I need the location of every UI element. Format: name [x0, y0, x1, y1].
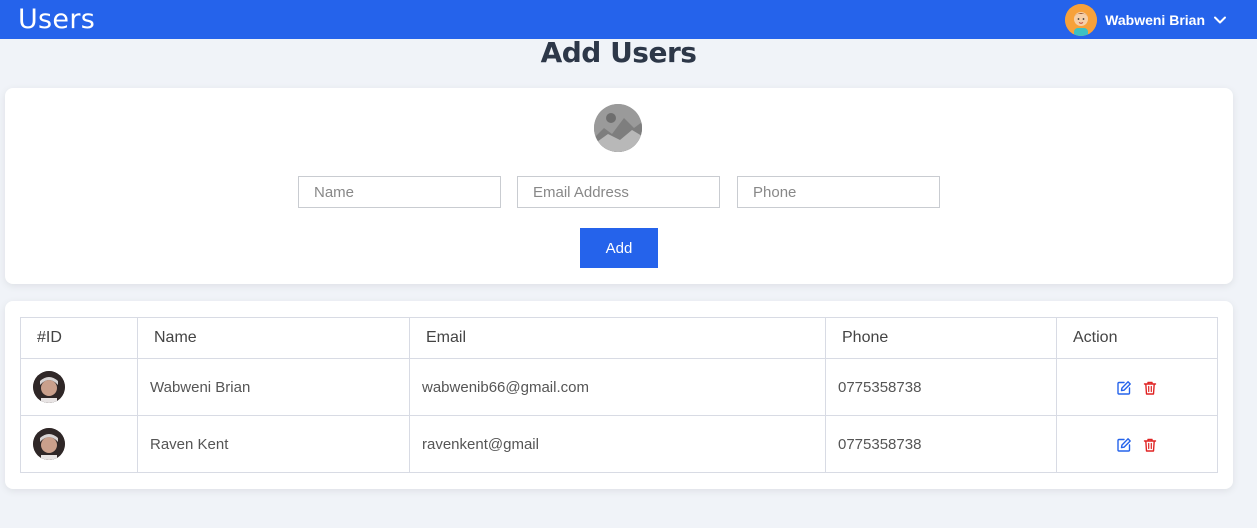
photo-upload[interactable]: [594, 104, 642, 152]
user-menu[interactable]: Wabweni Brian: [1065, 3, 1227, 36]
row-name: Raven Kent: [137, 415, 410, 473]
chevron-down-icon: [1214, 16, 1226, 23]
delete-icon[interactable]: [1142, 380, 1158, 396]
row-phone: 0775358738: [825, 415, 1057, 473]
column-header-id: #ID: [20, 317, 138, 359]
row-phone: 0775358738: [825, 358, 1057, 416]
row-email: ravenkent@gmail: [409, 415, 826, 473]
row-avatar: [33, 428, 65, 460]
table-header-row: #ID Name Email Phone Action: [20, 317, 1218, 359]
page-title: Add Users: [540, 36, 697, 69]
phone-field[interactable]: [737, 176, 940, 208]
edit-icon[interactable]: [1116, 437, 1132, 453]
column-header-phone: Phone: [825, 317, 1057, 359]
row-email: wabwenib66@gmail.com: [409, 358, 826, 416]
top-navbar: Users Wabweni Brian: [0, 0, 1257, 39]
row-actions: [1056, 415, 1218, 473]
row-name: Wabweni Brian: [137, 358, 410, 416]
add-button[interactable]: Add: [580, 228, 658, 268]
column-header-action: Action: [1056, 317, 1218, 359]
add-user-card: Add: [5, 88, 1233, 284]
users-table-card: #ID Name Email Phone Action Wabweni Bria…: [5, 301, 1233, 489]
column-header-name: Name: [137, 317, 410, 359]
row-avatar-cell: [20, 415, 138, 473]
table-row: Wabweni Brian wabwenib66@gmail.com 07753…: [20, 358, 1218, 416]
column-header-email: Email: [409, 317, 826, 359]
app-title: Users: [18, 4, 96, 35]
email-field[interactable]: [517, 176, 720, 208]
row-actions: [1056, 358, 1218, 416]
user-name: Wabweni Brian: [1105, 11, 1205, 28]
edit-icon[interactable]: [1116, 380, 1132, 396]
name-field[interactable]: [298, 176, 501, 208]
user-avatar: [1065, 3, 1098, 36]
row-avatar-cell: [20, 358, 138, 416]
table-row: Raven Kent ravenkent@gmail 0775358738: [20, 415, 1218, 473]
delete-icon[interactable]: [1142, 437, 1158, 453]
image-placeholder-icon: [594, 104, 642, 152]
users-table: #ID Name Email Phone Action Wabweni Bria…: [20, 317, 1218, 473]
row-avatar: [33, 371, 65, 403]
